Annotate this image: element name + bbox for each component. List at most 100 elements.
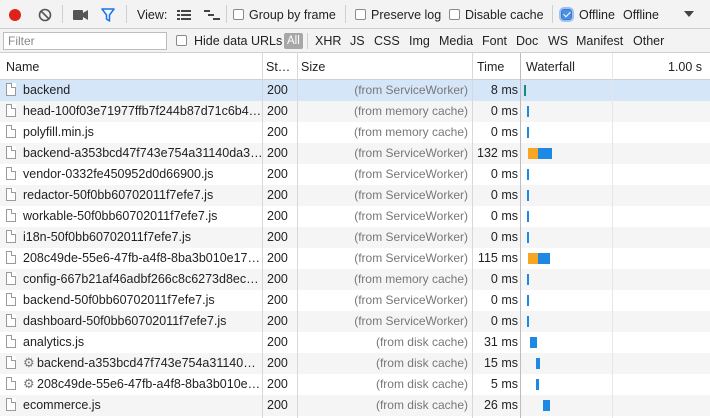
table-row[interactable]: backend-a353bcd47f743e754a31140da3… 200 (f… bbox=[0, 143, 710, 164]
table-row[interactable]: config-667b21af46adbf266c8c6273d8ec… 200 (… bbox=[0, 269, 710, 290]
column-header-name[interactable]: Name bbox=[6, 60, 39, 74]
table-row[interactable]: ⚙ 208c49de-55e6-47fb-a4f8-8ba3b010e… 200 (f… bbox=[0, 374, 710, 395]
request-time: 0 ms bbox=[490, 209, 518, 223]
offline-checkbox[interactable] bbox=[561, 9, 572, 20]
file-icon bbox=[6, 167, 16, 180]
gear-icon: ⚙ bbox=[23, 355, 35, 370]
request-name: i18n-50f0bb60702011f7efe7.js bbox=[23, 230, 191, 244]
request-size: (from memory cache) bbox=[353, 125, 468, 139]
request-time: 8 ms bbox=[490, 83, 518, 97]
group-by-frame-label: Group by frame bbox=[249, 8, 336, 22]
preserve-log-checkbox[interactable] bbox=[355, 9, 366, 20]
request-status: 200 bbox=[267, 335, 288, 349]
network-toolbar: View: Group by frame Preserve log Disabl… bbox=[0, 0, 710, 29]
hide-data-urls-label: Hide data URLs bbox=[194, 34, 283, 48]
request-size: (from ServiceWorker) bbox=[354, 230, 468, 244]
filter-type-ws[interactable]: WS bbox=[548, 34, 568, 48]
request-status: 200 bbox=[267, 314, 288, 328]
file-icon bbox=[6, 83, 16, 96]
table-row[interactable]: analytics.js 200 (from disk cache) 31 ms bbox=[0, 332, 710, 353]
request-time: 0 ms bbox=[490, 230, 518, 244]
toolbar-divider bbox=[226, 5, 227, 23]
waterfall-bar bbox=[524, 85, 526, 96]
large-request-rows-button[interactable] bbox=[176, 8, 192, 22]
filter-type-font[interactable]: Font bbox=[482, 34, 507, 48]
file-icon bbox=[6, 293, 16, 306]
request-status: 200 bbox=[267, 83, 288, 97]
file-icon bbox=[6, 188, 16, 201]
request-name: 208c49de-55e6-47fb-a4f8-8ba3b010e… bbox=[37, 377, 261, 391]
table-row[interactable]: backend 200 (from ServiceWorker) 8 ms bbox=[0, 80, 710, 101]
disable-cache-checkbox[interactable] bbox=[449, 9, 460, 20]
filter-type-doc[interactable]: Doc bbox=[516, 34, 538, 48]
request-size: (from disk cache) bbox=[375, 356, 468, 370]
request-status: 200 bbox=[267, 125, 288, 139]
request-size: (from ServiceWorker) bbox=[354, 293, 468, 307]
table-header: Name St… Size Time Waterfall 1.00 s bbox=[0, 53, 710, 80]
file-icon bbox=[6, 272, 16, 285]
capture-screenshots-button[interactable] bbox=[72, 7, 90, 23]
filter-input[interactable] bbox=[3, 32, 167, 50]
table-row[interactable]: workable-50f0bb60702011f7efe7.js 200 (from… bbox=[0, 206, 710, 227]
table-row[interactable]: head-100f03e71977ffb7f244b87d71c6b4… 200 (… bbox=[0, 101, 710, 122]
filter-type-all[interactable]: All bbox=[284, 33, 303, 49]
column-divider[interactable] bbox=[472, 53, 473, 418]
table-row[interactable]: vendor-0332fe450952d0d66900.js 200 (from S… bbox=[0, 164, 710, 185]
request-name: head-100f03e71977ffb7f244b87d71c6b4… bbox=[23, 104, 262, 118]
table-row[interactable]: ecommerce.js 200 (from disk cache) 26 ms bbox=[0, 395, 710, 416]
filter-type-css[interactable]: CSS bbox=[374, 34, 400, 48]
column-divider[interactable] bbox=[297, 53, 298, 418]
request-size: (from ServiceWorker) bbox=[354, 83, 468, 97]
table-row[interactable]: ⚙ backend-a353bcd47f743e754a31140… 200 (fro… bbox=[0, 353, 710, 374]
filter-divider bbox=[307, 33, 308, 49]
filter-bar: Hide data URLs All XHR JS CSS Img Media … bbox=[0, 29, 710, 53]
request-size: (from disk cache) bbox=[375, 398, 468, 412]
column-header-time[interactable]: Time bbox=[477, 60, 504, 74]
overview-button[interactable] bbox=[203, 8, 221, 22]
filter-type-other[interactable]: Other bbox=[633, 34, 664, 48]
filter-type-manifest[interactable]: Manifest bbox=[576, 34, 623, 48]
toolbar-divider bbox=[126, 5, 127, 23]
filter-type-xhr[interactable]: XHR bbox=[315, 34, 341, 48]
column-divider[interactable] bbox=[520, 53, 521, 418]
waterfall-bar bbox=[530, 337, 537, 348]
column-header-status[interactable]: St… bbox=[266, 60, 290, 74]
request-size: (from disk cache) bbox=[375, 335, 468, 349]
preserve-log-label: Preserve log bbox=[371, 8, 442, 22]
table-row[interactable]: redactor-50f0bb60702011f7efe7.js 200 (from… bbox=[0, 185, 710, 206]
column-header-size[interactable]: Size bbox=[301, 60, 325, 74]
group-by-frame-checkbox[interactable] bbox=[233, 9, 244, 20]
request-status: 200 bbox=[267, 293, 288, 307]
table-row[interactable]: i18n-50f0bb60702011f7efe7.js 200 (from Ser… bbox=[0, 227, 710, 248]
table-row[interactable]: 208c49de-55e6-47fb-a4f8-8ba3b010e17… 200 (… bbox=[0, 248, 710, 269]
file-icon bbox=[6, 209, 16, 222]
request-status: 200 bbox=[267, 230, 288, 244]
table-row[interactable]: dashboard-50f0bb60702011f7efe7.js 200 (fro… bbox=[0, 311, 710, 332]
filter-toggle-button[interactable] bbox=[99, 7, 117, 23]
waterfall-bar-waiting bbox=[528, 253, 538, 264]
filter-type-js[interactable]: JS bbox=[350, 34, 365, 48]
waterfall-bar bbox=[527, 106, 529, 117]
hide-data-urls-checkbox[interactable] bbox=[176, 35, 187, 46]
file-icon bbox=[6, 125, 16, 138]
request-time: 15 ms bbox=[483, 356, 518, 370]
request-name: vendor-0332fe450952d0d66900.js bbox=[23, 167, 214, 181]
table-row[interactable]: polyfill.min.js 200 (from memory cache) 0 m… bbox=[0, 122, 710, 143]
filter-type-img[interactable]: Img bbox=[409, 34, 430, 48]
throttling-select[interactable]: Offline bbox=[620, 4, 700, 24]
record-button[interactable] bbox=[7, 7, 23, 23]
request-size: (from disk cache) bbox=[375, 377, 468, 391]
column-header-waterfall[interactable]: Waterfall bbox=[526, 60, 575, 74]
request-status: 200 bbox=[267, 209, 288, 223]
waterfall-bar bbox=[527, 295, 529, 306]
column-divider[interactable] bbox=[262, 53, 263, 418]
file-icon bbox=[6, 398, 16, 411]
waterfall-bar bbox=[527, 127, 529, 138]
waterfall-view-icon bbox=[204, 10, 220, 20]
request-status: 200 bbox=[267, 188, 288, 202]
waterfall-scale-label: 1.00 s bbox=[668, 60, 703, 74]
filter-type-media[interactable]: Media bbox=[439, 34, 473, 48]
table-row[interactable]: backend-50f0bb60702011f7efe7.js 200 (from … bbox=[0, 290, 710, 311]
clear-button[interactable] bbox=[37, 7, 53, 23]
file-icon bbox=[6, 146, 16, 159]
